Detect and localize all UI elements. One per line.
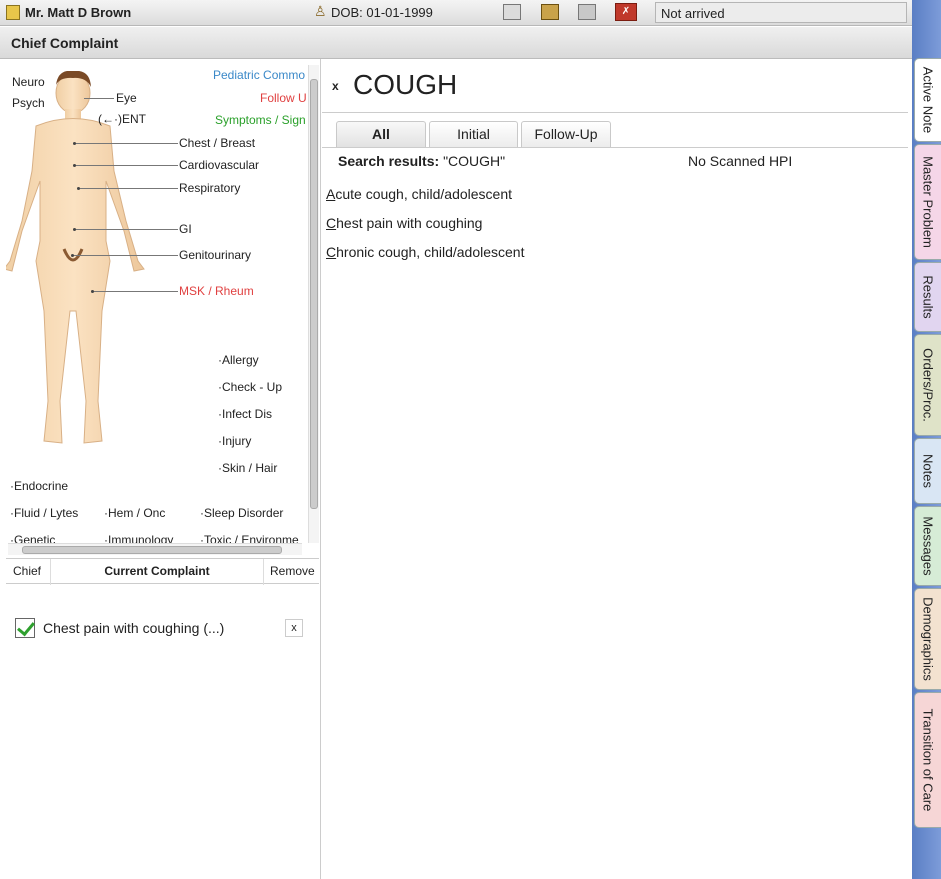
category-endocrine[interactable]: ·Endocrine — [10, 479, 68, 493]
search-box: x COUGH — [322, 59, 908, 113]
category-injury[interactable]: ·Injury — [218, 434, 251, 448]
scanned-hpi-status: No Scanned HPI — [688, 153, 793, 169]
tab-active-note[interactable]: Active Note — [914, 58, 941, 142]
tab-initial[interactable]: Initial — [429, 121, 518, 147]
link-follow-up[interactable]: Follow U — [260, 91, 307, 105]
patient-header: Mr. Matt D Brown ♙ DOB: 01-01-1999 ✗ Not… — [0, 0, 912, 26]
tab-notes[interactable]: Notes — [914, 438, 941, 504]
col-current-complaint[interactable]: Current Complaint — [51, 559, 264, 585]
link-pediatric-common[interactable]: Pediatric Commo — [213, 68, 305, 82]
search-results-header: Search results: "COUGH" — [338, 153, 506, 169]
id-card-icon[interactable] — [503, 4, 521, 20]
region-msk-rheum[interactable]: MSK / Rheum — [179, 284, 254, 298]
complaint-row: Chest pain with coughing (...) x — [15, 618, 305, 640]
region-psych[interactable]: Psych — [12, 96, 45, 110]
book-icon[interactable] — [541, 4, 559, 20]
visit-status[interactable]: Not arrived — [655, 2, 907, 23]
chief-complaint-header: Chief Complaint — [0, 27, 912, 59]
side-tab-bar: Active Note Master Problem Results Order… — [912, 0, 941, 879]
body-map-horizontal-scrollbar[interactable] — [8, 543, 302, 555]
body-map: Neuro Psych Eye (←·)ENT Chest / Breast C… — [6, 65, 319, 549]
human-body-figure[interactable] — [6, 71, 166, 451]
clear-search-button[interactable]: x — [332, 79, 339, 93]
col-remove[interactable]: Remove — [264, 559, 319, 585]
complaint-table-header: Chief Current Complaint Remove — [6, 558, 319, 585]
tab-master-problem[interactable]: Master Problem — [914, 144, 941, 260]
tab-messages[interactable]: Messages — [914, 506, 941, 586]
category-hem-onc[interactable]: ·Hem / Onc — [104, 506, 165, 520]
tab-demographics[interactable]: Demographics — [914, 588, 941, 690]
region-neuro[interactable]: Neuro — [12, 75, 45, 89]
chief-complaint-checkbox[interactable] — [15, 618, 35, 638]
patient-card-icon[interactable] — [6, 5, 20, 20]
chief-complaint-panel: Neuro Psych Eye (←·)ENT Chest / Breast C… — [0, 59, 321, 879]
tab-orders-proc[interactable]: Orders/Proc. — [914, 334, 941, 436]
person-icon: ♙ — [314, 3, 327, 19]
result-item[interactable]: Acute cough, child/adolescent — [326, 186, 512, 202]
printer-icon[interactable] — [578, 4, 596, 20]
region-eye[interactable]: Eye — [116, 91, 137, 105]
region-genitourinary[interactable]: Genitourinary — [179, 248, 251, 262]
patient-dob[interactable]: DOB: 01-01-1999 — [331, 5, 433, 20]
category-fluid-lytes[interactable]: ·Fluid / Lytes — [10, 506, 78, 520]
category-infect-dis[interactable]: ·Infect Dis — [218, 407, 272, 421]
result-item[interactable]: Chronic cough, child/adolescent — [326, 244, 524, 260]
region-gi[interactable]: GI — [179, 222, 192, 236]
tab-transition-of-care[interactable]: Transition of Care — [914, 692, 941, 828]
col-chief[interactable]: Chief — [6, 559, 51, 585]
category-check-up[interactable]: ·Check - Up — [218, 380, 282, 394]
category-skin-hair[interactable]: ·Skin / Hair — [218, 461, 277, 475]
region-ent[interactable]: (←·)ENT — [98, 112, 146, 126]
result-item[interactable]: Chest pain with coughing — [326, 215, 482, 231]
region-chest-breast[interactable]: Chest / Breast — [179, 136, 255, 150]
search-input[interactable]: COUGH — [353, 69, 457, 101]
search-panel: x COUGH All Initial Follow-Up Search res… — [322, 59, 908, 879]
tab-all[interactable]: All — [336, 121, 426, 147]
complaint-text[interactable]: Chest pain with coughing (...) — [43, 620, 224, 636]
region-respiratory[interactable]: Respiratory — [179, 181, 240, 195]
body-map-vertical-scrollbar[interactable] — [308, 65, 319, 543]
region-cardiovascular[interactable]: Cardiovascular — [179, 158, 259, 172]
remove-complaint-button[interactable]: x — [285, 619, 303, 637]
patient-name[interactable]: Mr. Matt D Brown — [25, 5, 131, 20]
category-allergy[interactable]: ·Allergy — [218, 353, 259, 367]
tab-results[interactable]: Results — [914, 262, 941, 332]
no-show-icon[interactable]: ✗ — [615, 3, 637, 21]
panel-title: Chief Complaint — [11, 35, 119, 51]
link-symptoms-signs[interactable]: Symptoms / Sign — [215, 113, 306, 127]
category-sleep-disorder[interactable]: ·Sleep Disorder — [200, 506, 283, 520]
tab-follow-up[interactable]: Follow-Up — [521, 121, 611, 147]
